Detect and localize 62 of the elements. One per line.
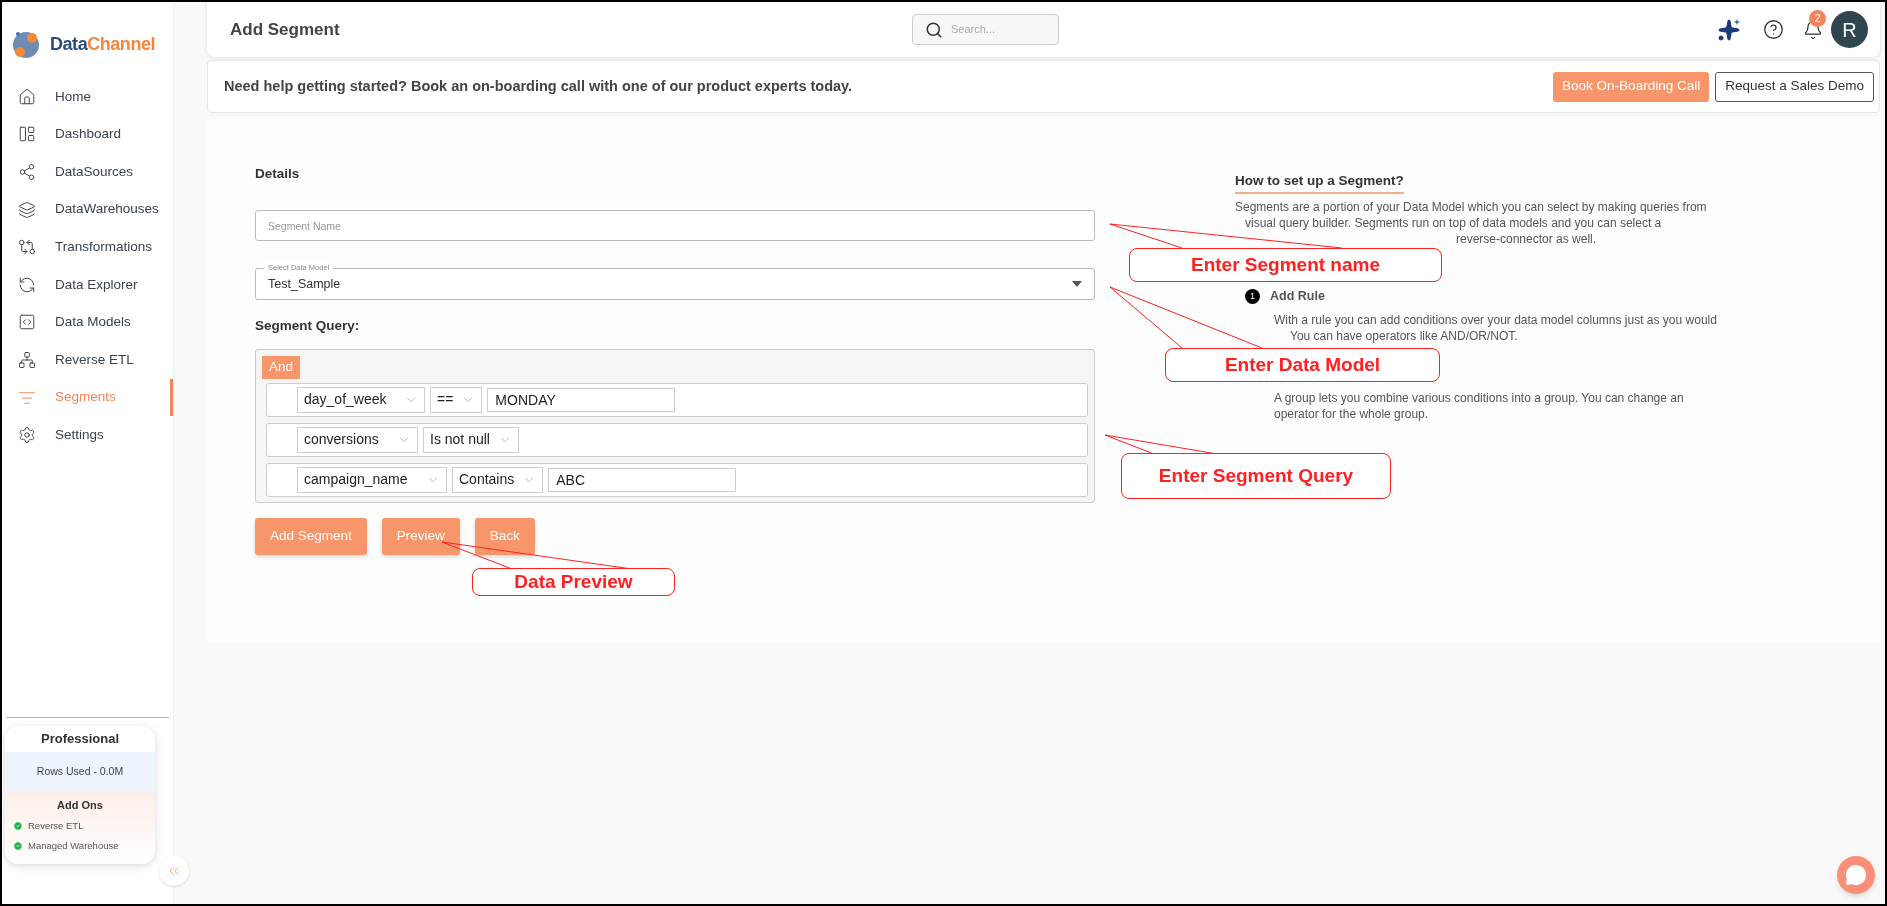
sparkles-icon[interactable] — [1717, 17, 1741, 42]
help-icon[interactable] — [1763, 19, 1784, 40]
page-title: Add Segment — [230, 18, 341, 41]
nav-icon — [18, 163, 36, 181]
select-value: Test_Sample — [268, 275, 342, 293]
sidebar-item[interactable]: Settings — [2, 416, 173, 454]
nav-icon — [18, 275, 36, 294]
sidebar-item[interactable]: Data Models — [2, 303, 173, 342]
rows-used-text: Rows Used - 0.0M — [5, 751, 155, 792]
value-field[interactable]: MONDAY — [487, 387, 676, 412]
search-input[interactable]: Search... — [951, 21, 1041, 38]
help-text: Segments are a portion of your Data Model which you can select by making queries from — [1235, 199, 1708, 216]
help-text: operator for the whole group. — [1274, 406, 1430, 422]
operator-select[interactable]: == — [430, 386, 483, 413]
sidebar-item[interactable]: DataWarehouses — [2, 190, 173, 229]
notification-badge: 2 — [1809, 9, 1826, 27]
addons-title: Add Ons — [56, 797, 104, 813]
help-text: You can have operators like AND/OR/NOT. — [1290, 328, 1519, 344]
field-select[interactable]: conversions — [297, 426, 418, 453]
sidebar-item[interactable]: Dashboard — [2, 115, 173, 154]
sidebar-item[interactable]: Transformations — [2, 228, 173, 266]
field-select[interactable]: day_of_week — [297, 386, 425, 413]
nav-icon — [18, 200, 36, 219]
step-number: 1 — [1245, 289, 1260, 305]
nav-icon — [18, 426, 36, 445]
sidebar-item[interactable]: Home — [2, 78, 173, 116]
callout-label: Enter Segment Query — [1121, 453, 1391, 499]
nav-icon — [18, 313, 36, 332]
query-label: Segment Query: — [255, 317, 361, 336]
help-text: A group lets you combine various conditions into a group. You can change an — [1274, 390, 1685, 406]
operator-select[interactable]: Contains — [452, 466, 544, 493]
search-field[interactable]: Search... — [912, 14, 1059, 45]
sales-demo-button[interactable]: Request a Sales Demo — [1715, 71, 1874, 102]
dropdown-caret-icon — [1072, 281, 1082, 288]
chat-bubble-icon — [1845, 864, 1867, 886]
nav-icon — [18, 238, 36, 257]
field-select[interactable]: campaign_name — [297, 466, 447, 493]
help-text: With a rule you can add conditions over your data model columns just as you would — [1274, 312, 1718, 328]
callout-label: Enter Segment name — [1129, 248, 1442, 282]
callout-label: Enter Data Model — [1165, 348, 1440, 382]
value-field[interactable]: ABC — [548, 467, 737, 492]
sidebar-item[interactable]: Data Explorer — [2, 265, 173, 304]
help-title: How to set up a Segment? — [1235, 171, 1404, 195]
help-text: reverse-connector as well. — [1456, 231, 1598, 248]
user-avatar[interactable]: R — [1831, 11, 1868, 48]
nav-icon — [18, 125, 36, 144]
segment-name-field[interactable]: Segment Name — [255, 210, 1095, 242]
addon-label: Reverse ETL — [28, 818, 84, 833]
addon-label: Managed Warehouse — [28, 838, 119, 853]
help-text: visual query builder. Segments run on top of data models and you can select a — [1245, 215, 1663, 232]
operator-select[interactable]: Is not null — [423, 426, 519, 453]
plan-title: Professional — [40, 730, 120, 749]
brand-name: DataChannel — [50, 33, 156, 56]
callout-label: Data Preview — [472, 568, 675, 596]
search-icon — [925, 20, 943, 39]
section-title: Details — [255, 165, 301, 183]
nav-icon — [18, 350, 36, 369]
step-title: Add Rule — [1270, 288, 1325, 306]
nav-icon — [18, 87, 36, 106]
sidebar-item[interactable]: Reverse ETL — [2, 341, 173, 379]
banner-text: Need help getting started? Book an on-boarding call with one of our product experts today. — [224, 76, 854, 96]
sidebar-item[interactable]: DataSources — [2, 153, 173, 191]
